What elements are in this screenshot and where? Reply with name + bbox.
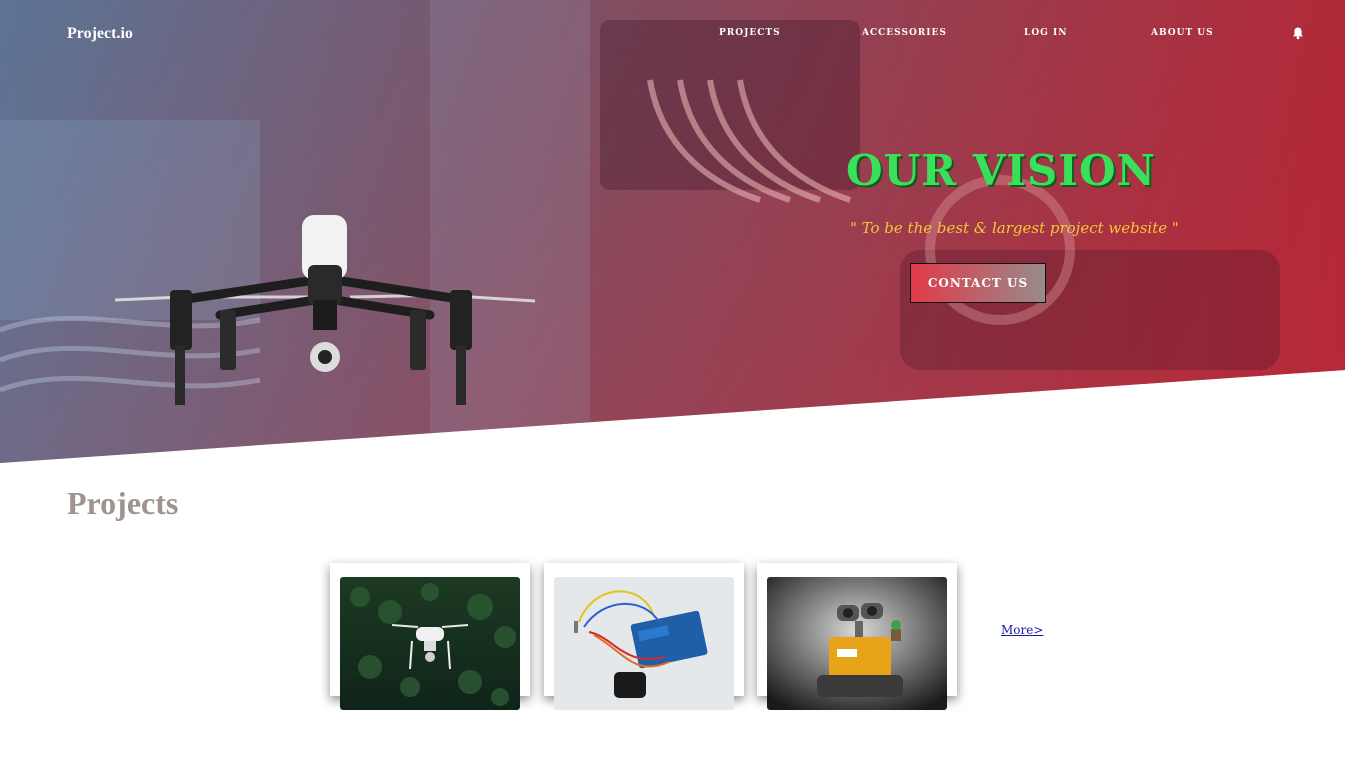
hero-quote: " To be the best & largest project websi… [850, 219, 1179, 237]
more-projects-link[interactable]: More> [1001, 623, 1043, 637]
nav-log-in[interactable]: LOG IN [1024, 28, 1067, 38]
contact-us-button[interactable]: CONTACT US [910, 263, 1046, 303]
project-card-arduino[interactable] [544, 563, 744, 710]
bell-icon[interactable] [1291, 26, 1305, 40]
nav-about-us[interactable]: ABOUT US [1151, 28, 1214, 38]
project-image-robot [767, 577, 947, 710]
projects-section-title: Projects [67, 485, 179, 521]
hero-title: OUR VISION [846, 146, 1156, 195]
project-card-robot[interactable] [757, 563, 957, 710]
nav-accessories[interactable]: ACCESSORIES [862, 28, 947, 38]
project-image-arduino [554, 577, 734, 710]
project-image-drone [340, 577, 520, 710]
drone-image [114, 215, 536, 405]
project-card-drone[interactable] [330, 563, 530, 710]
nav-projects[interactable]: PROJECTS [719, 28, 781, 38]
brand-logo[interactable]: Project.io [67, 25, 133, 43]
hero-banner: Project.io PROJECTS ACCESSORIES LOG IN A… [0, 0, 1345, 463]
